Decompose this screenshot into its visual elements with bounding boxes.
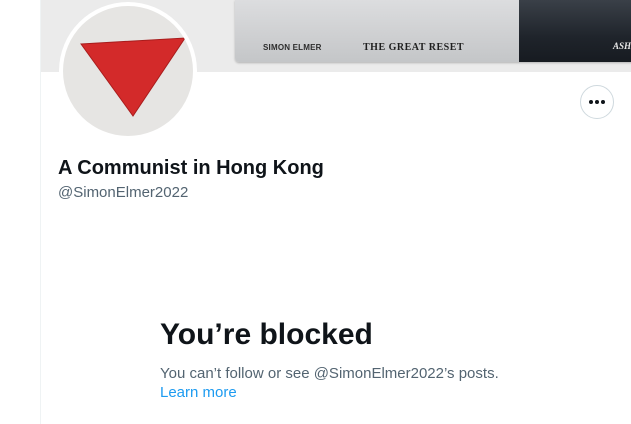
book-publisher-text: ASH: [612, 41, 631, 51]
more-options-button[interactable]: [580, 85, 614, 119]
profile-handle: @SimonElmer2022: [58, 184, 189, 201]
book-dark-panel: ASH: [519, 0, 631, 62]
profile-display-name: A Communist in Hong Kong: [58, 157, 324, 179]
book-title-text: THE GREAT RESET: [363, 42, 465, 53]
avatar-image: [63, 6, 193, 136]
avatar[interactable]: [59, 2, 197, 140]
banner-book-image: SIMON ELMER THE GREAT RESET ASH: [235, 0, 631, 62]
learn-more-link[interactable]: Learn more: [160, 384, 237, 401]
red-triangle-icon: [80, 37, 186, 117]
blocked-title: You’re blocked: [160, 318, 373, 351]
blocked-description: You can’t follow or see @SimonElmer2022’…: [160, 365, 499, 382]
more-dots-icon: [589, 100, 605, 104]
book-author-text: SIMON ELMER: [263, 43, 322, 52]
